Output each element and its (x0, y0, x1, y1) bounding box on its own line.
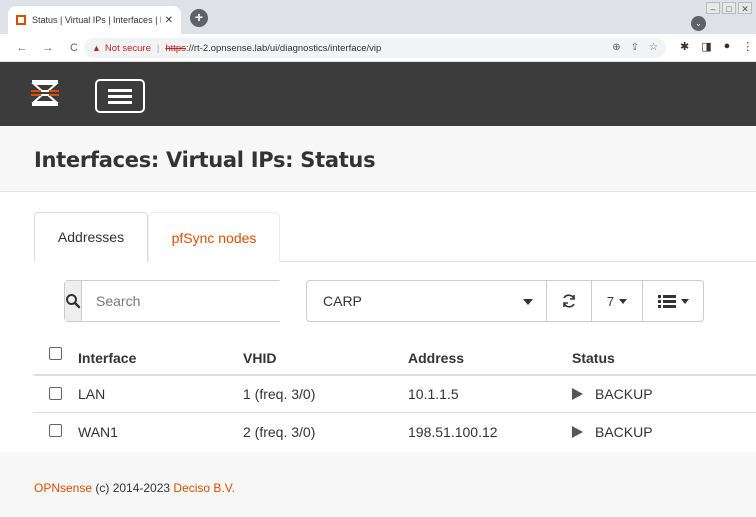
browser-tab-title: Status | Virtual IPs | Interfaces | R (32, 15, 161, 25)
play-icon (572, 388, 583, 400)
maximize-icon[interactable]: □ (722, 2, 736, 14)
column-header-address[interactable]: Address (408, 342, 464, 374)
bookmark-star-icon[interactable]: ☆ (649, 42, 658, 53)
page-footer: OPNsense (c) 2014-2023 Deciso B.V. (0, 452, 756, 517)
column-header-interface[interactable]: Interface (78, 342, 136, 374)
columns-dropdown[interactable] (642, 280, 704, 322)
profile-icon[interactable]: ● (724, 40, 731, 53)
side-panel-icon[interactable]: ◨ (701, 40, 711, 53)
row-address: 198.51.100.12 (408, 423, 498, 440)
footer-deciso-link[interactable]: Deciso B.V. (173, 481, 235, 495)
footer-copyright: (c) 2014-2023 (92, 481, 174, 495)
row-vhid: 2 (freq. 3/0) (243, 423, 316, 440)
list-columns-icon (657, 295, 676, 308)
opnsense-favicon-icon (16, 15, 26, 25)
row-status: BACKUP (572, 376, 653, 412)
close-tab-icon[interactable]: ✕ (165, 15, 173, 26)
extensions-puzzle-icon[interactable]: ✱ (680, 40, 689, 53)
not-secure-label[interactable]: Not secure (105, 43, 151, 54)
omnibox-actions: ⊕ ⇪ ☆ (612, 42, 658, 53)
browser-tabstrip: Status | Virtual IPs | Interfaces | R ✕ … (0, 0, 756, 34)
row-checkbox[interactable] (49, 424, 62, 437)
main-content: Addresses pfSync nodes CARP 7 (0, 192, 756, 452)
rows-per-page-value: 7 (606, 293, 615, 309)
address-bar[interactable]: ▲ Not secure | https://rt-2.opnsense.lab… (84, 38, 666, 58)
row-address: 10.1.1.5 (408, 386, 459, 402)
reload-icon[interactable]: C (64, 42, 84, 54)
url-scheme: https (165, 42, 186, 54)
column-header-vhid[interactable]: VHID (243, 342, 276, 374)
footer-text: OPNsense (c) 2014-2023 Deciso B.V. (34, 481, 235, 495)
back-icon[interactable]: ← (12, 42, 32, 54)
rows-per-page-dropdown[interactable]: 7 (591, 280, 643, 322)
extension-icons: ✱ ◨ ● ⋮ (680, 40, 753, 53)
caret-down-icon (680, 298, 689, 304)
row-status-text: BACKUP (595, 423, 653, 440)
caret-down-icon (619, 298, 628, 304)
search-group (64, 280, 291, 322)
tab-search-icon[interactable]: ⌄ (691, 16, 706, 31)
minimize-icon[interactable]: – (706, 2, 720, 14)
row-vhid: 1 (freq. 3/0) (243, 386, 316, 402)
mode-select[interactable]: CARP (306, 280, 548, 322)
page-title: Interfaces: Virtual IPs: Status (34, 148, 376, 172)
tab-addresses[interactable]: Addresses (34, 212, 148, 262)
footer-opnsense-link[interactable]: OPNsense (34, 481, 92, 495)
table-row[interactable]: WAN1 2 (freq. 3/0) 198.51.100.12 BACKUP (34, 413, 756, 450)
chevron-down-icon (523, 299, 533, 305)
row-status: BACKUP (572, 413, 653, 450)
warning-icon: ▲ (92, 43, 101, 53)
table-header: Interface VHID Address Status (34, 342, 756, 376)
refresh-button[interactable] (546, 280, 592, 322)
table-row[interactable]: LAN 1 (freq. 3/0) 10.1.1.5 BACKUP (34, 376, 756, 413)
select-all-checkbox[interactable] (49, 347, 62, 360)
close-window-icon[interactable]: ✕ (738, 2, 752, 14)
zoom-icon[interactable]: ⊕ (612, 42, 620, 53)
mode-select-value: CARP (323, 293, 362, 309)
search-icon (66, 294, 81, 309)
menu-toggle-button[interactable] (95, 79, 145, 113)
window-controls: – □ ✕ (706, 2, 752, 14)
row-checkbox[interactable] (49, 387, 62, 400)
forward-icon[interactable]: → (38, 42, 58, 54)
page-header: Interfaces: Virtual IPs: Status (0, 126, 756, 192)
browser-tab[interactable]: Status | Virtual IPs | Interfaces | R ✕ (8, 6, 181, 34)
search-input[interactable] (82, 281, 291, 321)
share-icon[interactable]: ⇪ (631, 42, 639, 53)
url-path: ://rt-2.opnsense.lab/ui/diagnostics/inte… (185, 42, 382, 54)
row-interface: WAN1 (78, 423, 118, 440)
app-header (0, 62, 756, 126)
row-status-text: BACKUP (595, 386, 653, 402)
separator: | (156, 42, 160, 54)
refresh-icon (563, 294, 575, 308)
grid-actions: 7 (546, 280, 704, 322)
menu-kebab-icon[interactable]: ⋮ (742, 40, 753, 53)
browser-toolbar: ← → C ▲ Not secure | https://rt-2.opnsen… (0, 34, 756, 62)
search-button[interactable] (65, 281, 82, 321)
new-tab-button[interactable]: + (190, 9, 208, 27)
tab-pfsync-nodes[interactable]: pfSync nodes (148, 212, 280, 262)
column-header-status[interactable]: Status (572, 342, 615, 374)
opnsense-logo-icon[interactable] (30, 78, 60, 108)
play-icon (572, 425, 583, 438)
row-interface: LAN (78, 386, 106, 402)
